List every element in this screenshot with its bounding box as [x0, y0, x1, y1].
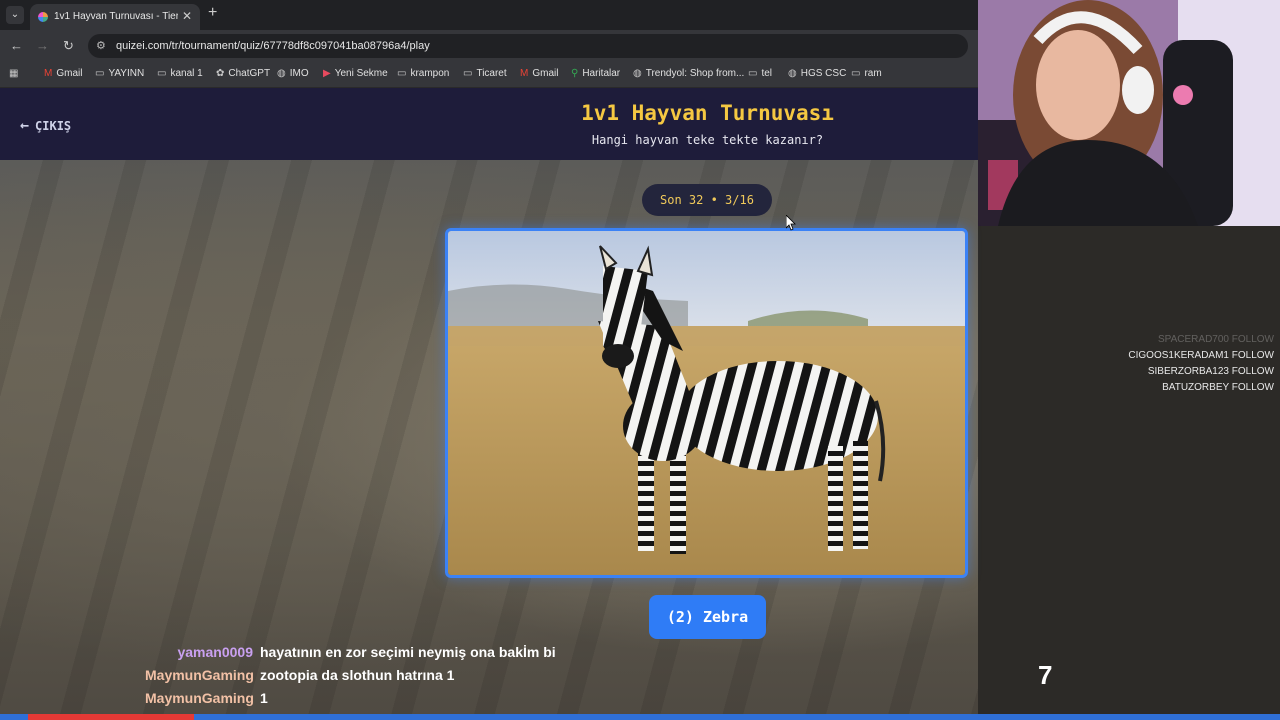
exit-button[interactable]: ← ÇIKIŞ [20, 116, 71, 134]
play-icon: ▶ [323, 68, 331, 79]
bookmark-ticaret[interactable]: ▭ Ticaret [463, 68, 507, 79]
folder-icon: ▭ [463, 68, 473, 79]
progress-fill [28, 714, 194, 720]
bookmark-haritalar[interactable]: ⚲ Haritalar [571, 68, 620, 79]
tab-close-icon[interactable]: ✕ [182, 9, 192, 23]
folder-icon: ▭ [157, 68, 167, 79]
webcam-overlay [978, 0, 1280, 226]
site-favicon-icon [38, 12, 48, 22]
quiz-page: ← ÇIKIŞ 1v1 Hayvan Turnuvası Hangi hayvan… [0, 88, 978, 720]
stream-progress-bar [0, 714, 1280, 720]
url-bar[interactable]: ⚙ quizei.com/tr/tournament/quiz/67778df8… [88, 34, 968, 58]
stream-chat: yaman0009 hayatının en zor seçimi neymiş … [145, 644, 556, 713]
bookmark-chatgpt[interactable]: ✿ ChatGPT [216, 68, 270, 79]
chat-text: 1 [260, 690, 268, 706]
bookmark-ram[interactable]: ▭ ram [851, 68, 882, 79]
bookmark-kanal-1[interactable]: ▭ kanal 1 [157, 68, 203, 79]
browser-tab-active[interactable]: 1v1 Hayvan Turnuvası - Tier List ✕ [30, 4, 200, 30]
folder-icon: ▭ [95, 68, 105, 79]
reload-icon[interactable]: ↻ [63, 38, 74, 54]
back-arrow-icon[interactable]: ← [10, 38, 23, 53]
chat-message: MaymunGaming 1 [145, 690, 556, 713]
apps-grid-icon[interactable]: ▦ [9, 68, 22, 79]
chat-message: yaman0009 hayatının en zor seçimi neymiş … [145, 644, 556, 667]
globe-icon: ◍ [633, 68, 642, 79]
chat-username: MaymunGaming [145, 690, 254, 706]
folder-icon: ▭ [851, 68, 861, 79]
quiz-header: ← ÇIKIŞ 1v1 Hayvan Turnuvası Hangi hayvan… [0, 88, 978, 160]
follow-alert: CIGOOS1KERADAM1 FOLLOW [1128, 350, 1274, 361]
gmail-icon: M [44, 68, 53, 79]
stream-counter: 7 [1038, 660, 1053, 690]
quiz-title: 1v1 Hayvan Turnuvası [581, 101, 834, 125]
chat-username: MaymunGaming [145, 667, 254, 683]
chat-text: hayatının en zor seçimi neymiş ona bakİm… [260, 644, 556, 660]
folder-icon: ▭ [397, 68, 407, 79]
chat-text: zootopia da slothun hatrına 1 [260, 667, 455, 683]
tab-title: 1v1 Hayvan Turnuvası - Tier List [54, 11, 178, 22]
bookmark-krampon[interactable]: ▭ krampon [397, 68, 449, 79]
follow-alert: SPACERAD700 FOLLOW [1158, 334, 1274, 345]
address-toolbar: ← → ↻ ⚙ quizei.com/tr/tournament/quiz/67… [0, 30, 978, 62]
chatgpt-icon: ✿ [216, 68, 225, 79]
round-indicator: Son 32 • 3/16 [642, 184, 772, 216]
url-text[interactable]: quizei.com/tr/tournament/quiz/67778df8c0… [116, 40, 430, 52]
bookmark-gmail[interactable]: M Gmail [44, 68, 82, 79]
bookmark-tel[interactable]: ▭ tel [748, 68, 772, 79]
quiz-subtitle: Hangi hayvan teke tekte kazanır? [591, 133, 824, 147]
follower-alerts: SPACERAD700 FOLLOW CIGOOS1KERADAM1 FOLLO… [1128, 334, 1274, 398]
folder-icon: ▭ [748, 68, 758, 79]
maps-icon: ⚲ [571, 68, 579, 79]
streamer-webcam-image [978, 0, 1280, 226]
bookmark-hgs-csc[interactable]: ◍ HGS CSC [788, 68, 846, 79]
bookmark-imo[interactable]: ◍ IMO [277, 68, 309, 79]
bookmark-yeni-sekme[interactable]: ▶ Yeni Sekme [323, 68, 388, 79]
bookmark-trendyol[interactable]: ◍ Trendyol: Shop from... [633, 68, 744, 79]
bookmark-gmail-2[interactable]: M Gmail [520, 68, 558, 79]
site-info-icon[interactable]: ⚙ [96, 39, 106, 52]
follow-alert: BATUZORBEY FOLLOW [1162, 382, 1274, 393]
choose-option-2-button[interactable]: (2) Zebra [649, 595, 766, 639]
browser-tab-bar: ⌄ 1v1 Hayvan Turnuvası - Tier List ✕ + [0, 0, 978, 30]
back-arrow-icon: ← [20, 116, 30, 134]
globe-icon: ◍ [788, 68, 797, 79]
mouse-cursor-icon [786, 215, 796, 231]
bookmark-yayinn[interactable]: ▭ YAYINN [95, 68, 144, 79]
forward-arrow-icon[interactable]: → [36, 38, 49, 53]
tab-search-chevron-icon[interactable]: ⌄ [6, 6, 24, 24]
globe-icon: ◍ [277, 68, 286, 79]
gmail-icon: M [520, 68, 529, 79]
follow-alert: SIBERZORBA123 FOLLOW [1147, 366, 1274, 377]
bookmarks-bar: ▦ M Gmail ▭ YAYINN ▭ kanal 1 ✿ ChatGPT ◍ IMO … [0, 62, 978, 88]
chat-message: MaymunGaming zootopia da slothun hatrına … [145, 667, 556, 690]
zebra-image [448, 231, 965, 575]
contestant-image-card[interactable] [445, 228, 968, 578]
chat-username: yaman0009 [177, 644, 253, 660]
new-tab-button[interactable]: + [208, 4, 217, 22]
